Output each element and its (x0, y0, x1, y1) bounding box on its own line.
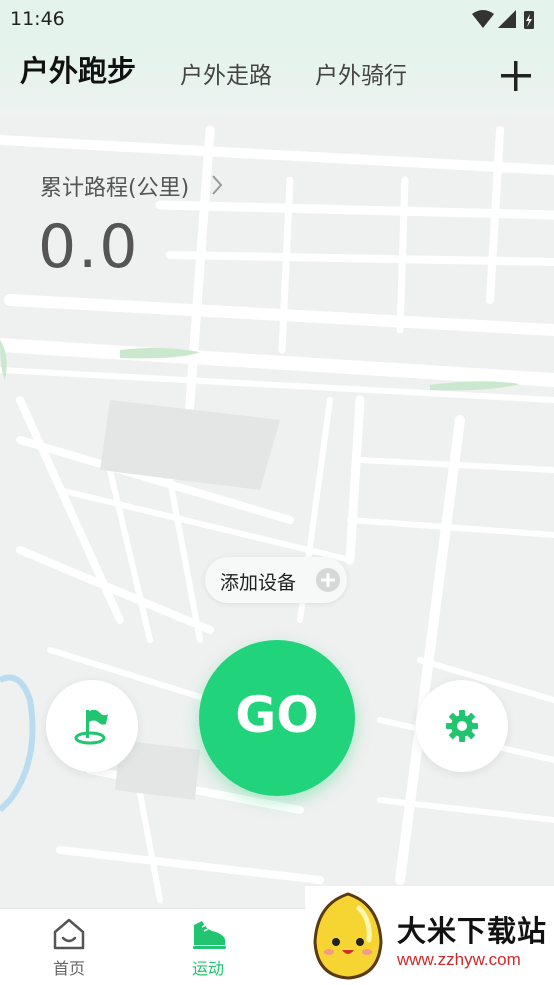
nav-home-label: 首页 (52, 959, 85, 978)
signal-icon (498, 10, 516, 28)
rice-mascot-icon (313, 892, 383, 980)
watermark-title: 大米下载站 (397, 914, 548, 948)
tab-outdoor-running[interactable]: 户外跑步 (20, 48, 136, 90)
chevron-right-icon[interactable] (210, 173, 224, 201)
go-label: GO (235, 686, 319, 744)
start-run-button[interactable]: GO (199, 640, 355, 796)
total-distance-label[interactable]: 累计路程(公里) (40, 170, 189, 202)
run-settings-button[interactable] (416, 680, 508, 772)
plus-icon (501, 61, 531, 91)
tab-outdoor-cycling[interactable]: 户外骑行 (315, 56, 407, 90)
add-device-button[interactable]: 添加设备 (205, 557, 347, 603)
nav-item-sport[interactable]: 运动 (163, 909, 253, 985)
status-time: 11:46 (10, 8, 65, 30)
nav-sport-label: 运动 (191, 959, 224, 978)
watermark-url: www.zzhyw.com (397, 950, 521, 969)
home-icon (53, 918, 85, 950)
total-distance-value: 0.0 (38, 212, 140, 282)
map-view[interactable] (0, 0, 554, 984)
goal-flag-button[interactable] (46, 680, 138, 772)
wifi-icon (472, 10, 494, 28)
flag-icon (74, 709, 108, 745)
add-device-label: 添加设备 (220, 572, 297, 594)
status-icons (470, 8, 540, 36)
add-circle-icon (316, 568, 340, 592)
nav-item-home[interactable]: 首页 (24, 909, 114, 985)
sneaker-icon (193, 921, 226, 949)
sport-type-header: 户外跑步 户外走路 户外骑行 (0, 40, 554, 114)
tab-outdoor-walking[interactable]: 户外走路 (180, 56, 272, 90)
gear-icon (446, 710, 478, 742)
status-bar: 11:46 (0, 0, 554, 40)
add-sport-button[interactable] (497, 57, 535, 95)
site-watermark: 大米下载站 www.zzhyw.com (305, 886, 554, 984)
